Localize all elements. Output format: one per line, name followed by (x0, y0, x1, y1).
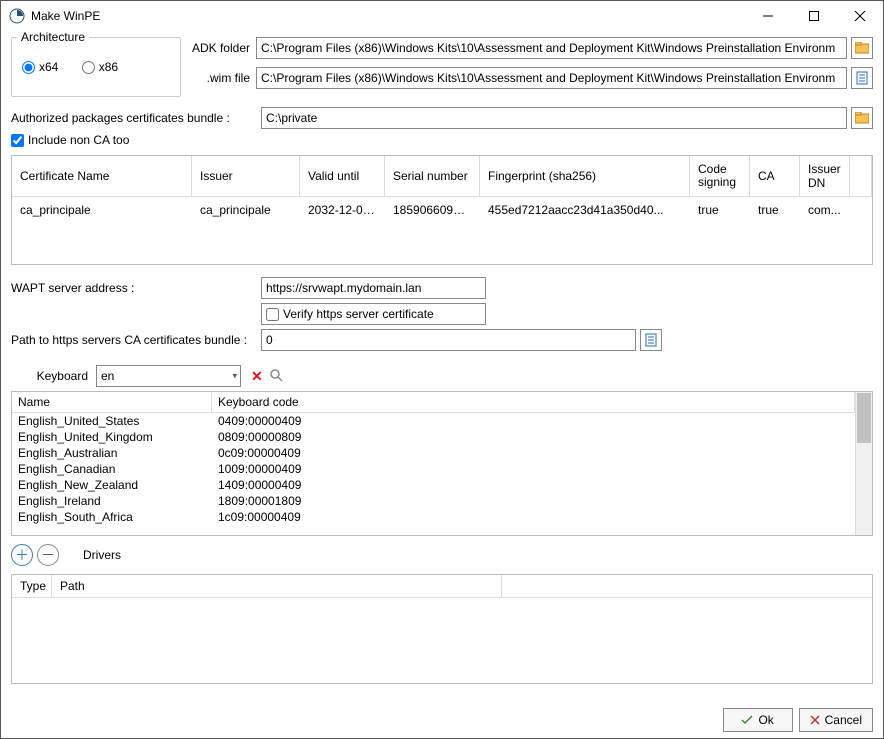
footer: Ok Cancel (1, 702, 883, 738)
table-row[interactable]: ca_principale ca_principale 2032-12-09T.… (12, 197, 872, 223)
browse-wim-button[interactable] (851, 67, 873, 89)
folder-icon (855, 42, 869, 54)
list-item[interactable]: English_Australian0c09:00000409 (12, 445, 855, 461)
window: Make WinPE Architecture x64 x86 ADK fold… (0, 0, 884, 739)
list-item[interactable]: English_United_States0409:00000409 (12, 413, 855, 429)
keyboard-label: Keyboard (11, 369, 96, 383)
window-controls (745, 1, 883, 31)
browse-auth-button[interactable] (851, 107, 873, 129)
wapt-server-input[interactable] (261, 277, 486, 299)
browse-adk-button[interactable] (851, 37, 873, 59)
radio-x86[interactable]: x86 (82, 60, 118, 74)
adk-folder-input[interactable] (256, 37, 847, 59)
scrollbar-thumb[interactable] (857, 393, 871, 443)
certificate-table[interactable]: Certificate Name Issuer Valid until Seri… (11, 155, 873, 265)
minimize-button[interactable] (745, 1, 791, 31)
adk-folder-label: ADK folder (191, 41, 256, 55)
close-button[interactable] (837, 1, 883, 31)
certificate-table-header: Certificate Name Issuer Valid until Seri… (12, 156, 872, 197)
wapt-server-label: WAPT server address : (11, 281, 261, 295)
wim-file-input[interactable] (256, 67, 847, 89)
ok-button[interactable]: Ok (723, 708, 793, 732)
file-icon (856, 71, 868, 85)
drivers-table-header: Type Path (12, 575, 872, 598)
app-icon (9, 8, 25, 24)
auth-packages-label: Authorized packages certificates bundle … (11, 111, 261, 125)
cancel-button[interactable]: Cancel (799, 708, 873, 732)
drivers-label: Drivers (83, 548, 121, 562)
maximize-button[interactable] (791, 1, 837, 31)
list-item[interactable]: English_South_Africa1c09:00000409 (12, 509, 855, 525)
https-ca-label: Path to https servers CA certificates bu… (11, 333, 261, 347)
search-icon[interactable] (269, 368, 283, 385)
architecture-group: Architecture x64 x86 (11, 37, 181, 97)
window-title: Make WinPE (31, 9, 745, 23)
file-icon (645, 333, 657, 347)
https-ca-input[interactable] (261, 329, 636, 351)
scrollbar[interactable] (855, 392, 872, 535)
keyboard-table-header: Name Keyboard code (12, 392, 855, 413)
auth-packages-input[interactable] (261, 107, 847, 129)
wim-file-label: .wim file (191, 71, 256, 85)
content: Architecture x64 x86 ADK folder .wim fil… (1, 31, 883, 702)
verify-https-checkbox[interactable]: Verify https server certificate (261, 303, 486, 325)
add-driver-button[interactable]: ＋ (11, 544, 33, 566)
radio-x64[interactable]: x64 (22, 60, 58, 74)
remove-driver-button[interactable]: － (37, 544, 59, 566)
drivers-table[interactable]: Type Path (11, 574, 873, 684)
folder-icon (855, 112, 869, 124)
list-item[interactable]: English_Canadian1009:00000409 (12, 461, 855, 477)
keyboard-table[interactable]: Name Keyboard code English_United_States… (11, 391, 873, 536)
clear-icon[interactable]: ✕ (251, 368, 263, 385)
list-item[interactable]: English_New_Zealand1409:00000409 (12, 477, 855, 493)
keyboard-select[interactable] (96, 365, 241, 387)
titlebar: Make WinPE (1, 1, 883, 31)
include-non-ca-checkbox[interactable]: Include non CA too (11, 133, 873, 147)
list-item[interactable]: English_United_Kingdom0809:00000809 (12, 429, 855, 445)
browse-ca-button[interactable] (640, 329, 662, 351)
architecture-legend: Architecture (17, 31, 89, 44)
list-item[interactable]: English_Ireland1809:00001809 (12, 493, 855, 509)
